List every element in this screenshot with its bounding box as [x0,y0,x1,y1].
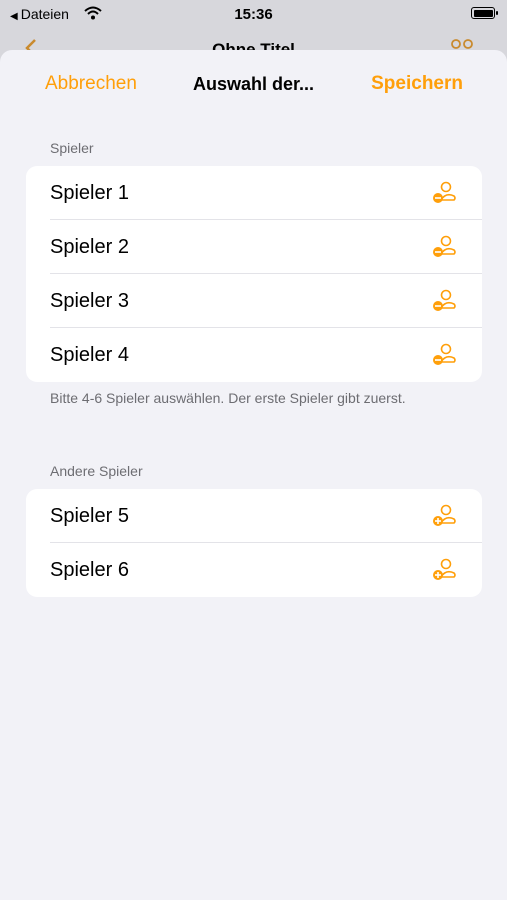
battery-icon [471,7,498,19]
person-minus-icon[interactable] [431,181,457,205]
person-minus-icon[interactable] [431,343,457,367]
list-item[interactable]: Spieler 6 [26,543,482,597]
player-name: Spieler 1 [50,182,129,204]
section-header-players: Spieler [50,140,94,156]
list-item[interactable]: Spieler 3 [26,274,482,328]
person-minus-icon[interactable] [431,289,457,313]
player-name: Spieler 3 [50,290,129,312]
status-bar: ◀ Dateien 15:36 [0,0,507,30]
list-item[interactable]: Spieler 5 [26,489,482,543]
person-plus-icon[interactable] [431,504,457,528]
save-button[interactable]: Speichern [371,73,463,95]
player-name: Spieler 5 [50,505,129,527]
status-time: 15:36 [234,6,273,23]
other-players-list: Spieler 5 Spieler 6 [26,489,482,597]
player-name: Spieler 6 [50,559,129,581]
selection-hint: Bitte 4-6 Spieler auswählen. Der erste S… [50,390,406,406]
list-item[interactable]: Spieler 2 [26,220,482,274]
section-header-other-players: Andere Spieler [50,463,143,479]
person-plus-icon[interactable] [431,558,457,582]
player-selection-sheet: Abbrechen Auswahl der... Speichern Spiel… [0,50,507,900]
list-item[interactable]: Spieler 1 [26,166,482,220]
person-minus-icon[interactable] [431,235,457,259]
selected-players-list: Spieler 1 Spieler 2 Spieler 3 Spieler 4 [26,166,482,382]
list-item[interactable]: Spieler 4 [26,328,482,382]
player-name: Spieler 2 [50,236,129,258]
player-name: Spieler 4 [50,344,129,366]
